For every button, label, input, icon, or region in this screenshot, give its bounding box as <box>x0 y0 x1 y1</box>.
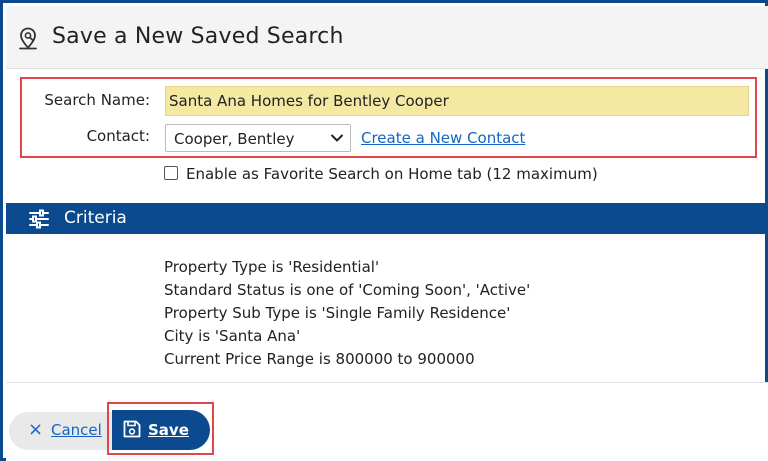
save-search-dialog: Save a New Saved Search Search Name: Con… <box>0 0 768 461</box>
criteria-item: City is 'Santa Ana' <box>164 327 301 345</box>
close-icon: × <box>28 419 44 440</box>
criteria-item: Current Price Range is 800000 to 900000 <box>164 350 475 368</box>
dialog-title: Save a New Saved Search <box>52 24 344 49</box>
criteria-item: Property Type is 'Residential' <box>164 258 380 276</box>
favorite-checkbox[interactable] <box>164 166 178 180</box>
search-form: Search Name: Contact: Cooper, Bentley Cr… <box>20 77 757 158</box>
chevron-down-icon <box>330 134 344 142</box>
search-name-input[interactable] <box>165 86 749 116</box>
criteria-item: Property Sub Type is 'Single Family Resi… <box>164 304 511 322</box>
contact-select[interactable]: Cooper, Bentley <box>165 124 351 152</box>
search-name-label: Search Name: <box>44 91 150 109</box>
criteria-header: Criteria <box>6 203 768 234</box>
save-button-label: Save <box>148 421 189 439</box>
criteria-title: Criteria <box>64 208 127 228</box>
create-contact-link[interactable]: Create a New Contact <box>361 129 525 147</box>
criteria-list: Property Type is 'Residential' Standard … <box>164 256 530 371</box>
dialog-footer: × Cancel Save <box>6 383 768 461</box>
contact-label: Contact: <box>86 127 150 145</box>
sliders-icon <box>29 209 49 229</box>
dialog-header: Save a New Saved Search <box>6 6 768 69</box>
floppy-disk-icon <box>123 420 141 438</box>
favorite-label[interactable]: Enable as Favorite Search on Home tab (1… <box>186 165 598 183</box>
criteria-item: Standard Status is one of 'Coming Soon',… <box>164 281 531 299</box>
cancel-button-label[interactable]: Cancel <box>51 421 102 439</box>
search-location-icon <box>19 27 37 50</box>
contact-select-value: Cooper, Bentley <box>174 130 295 148</box>
save-button[interactable]: Save <box>112 410 210 450</box>
